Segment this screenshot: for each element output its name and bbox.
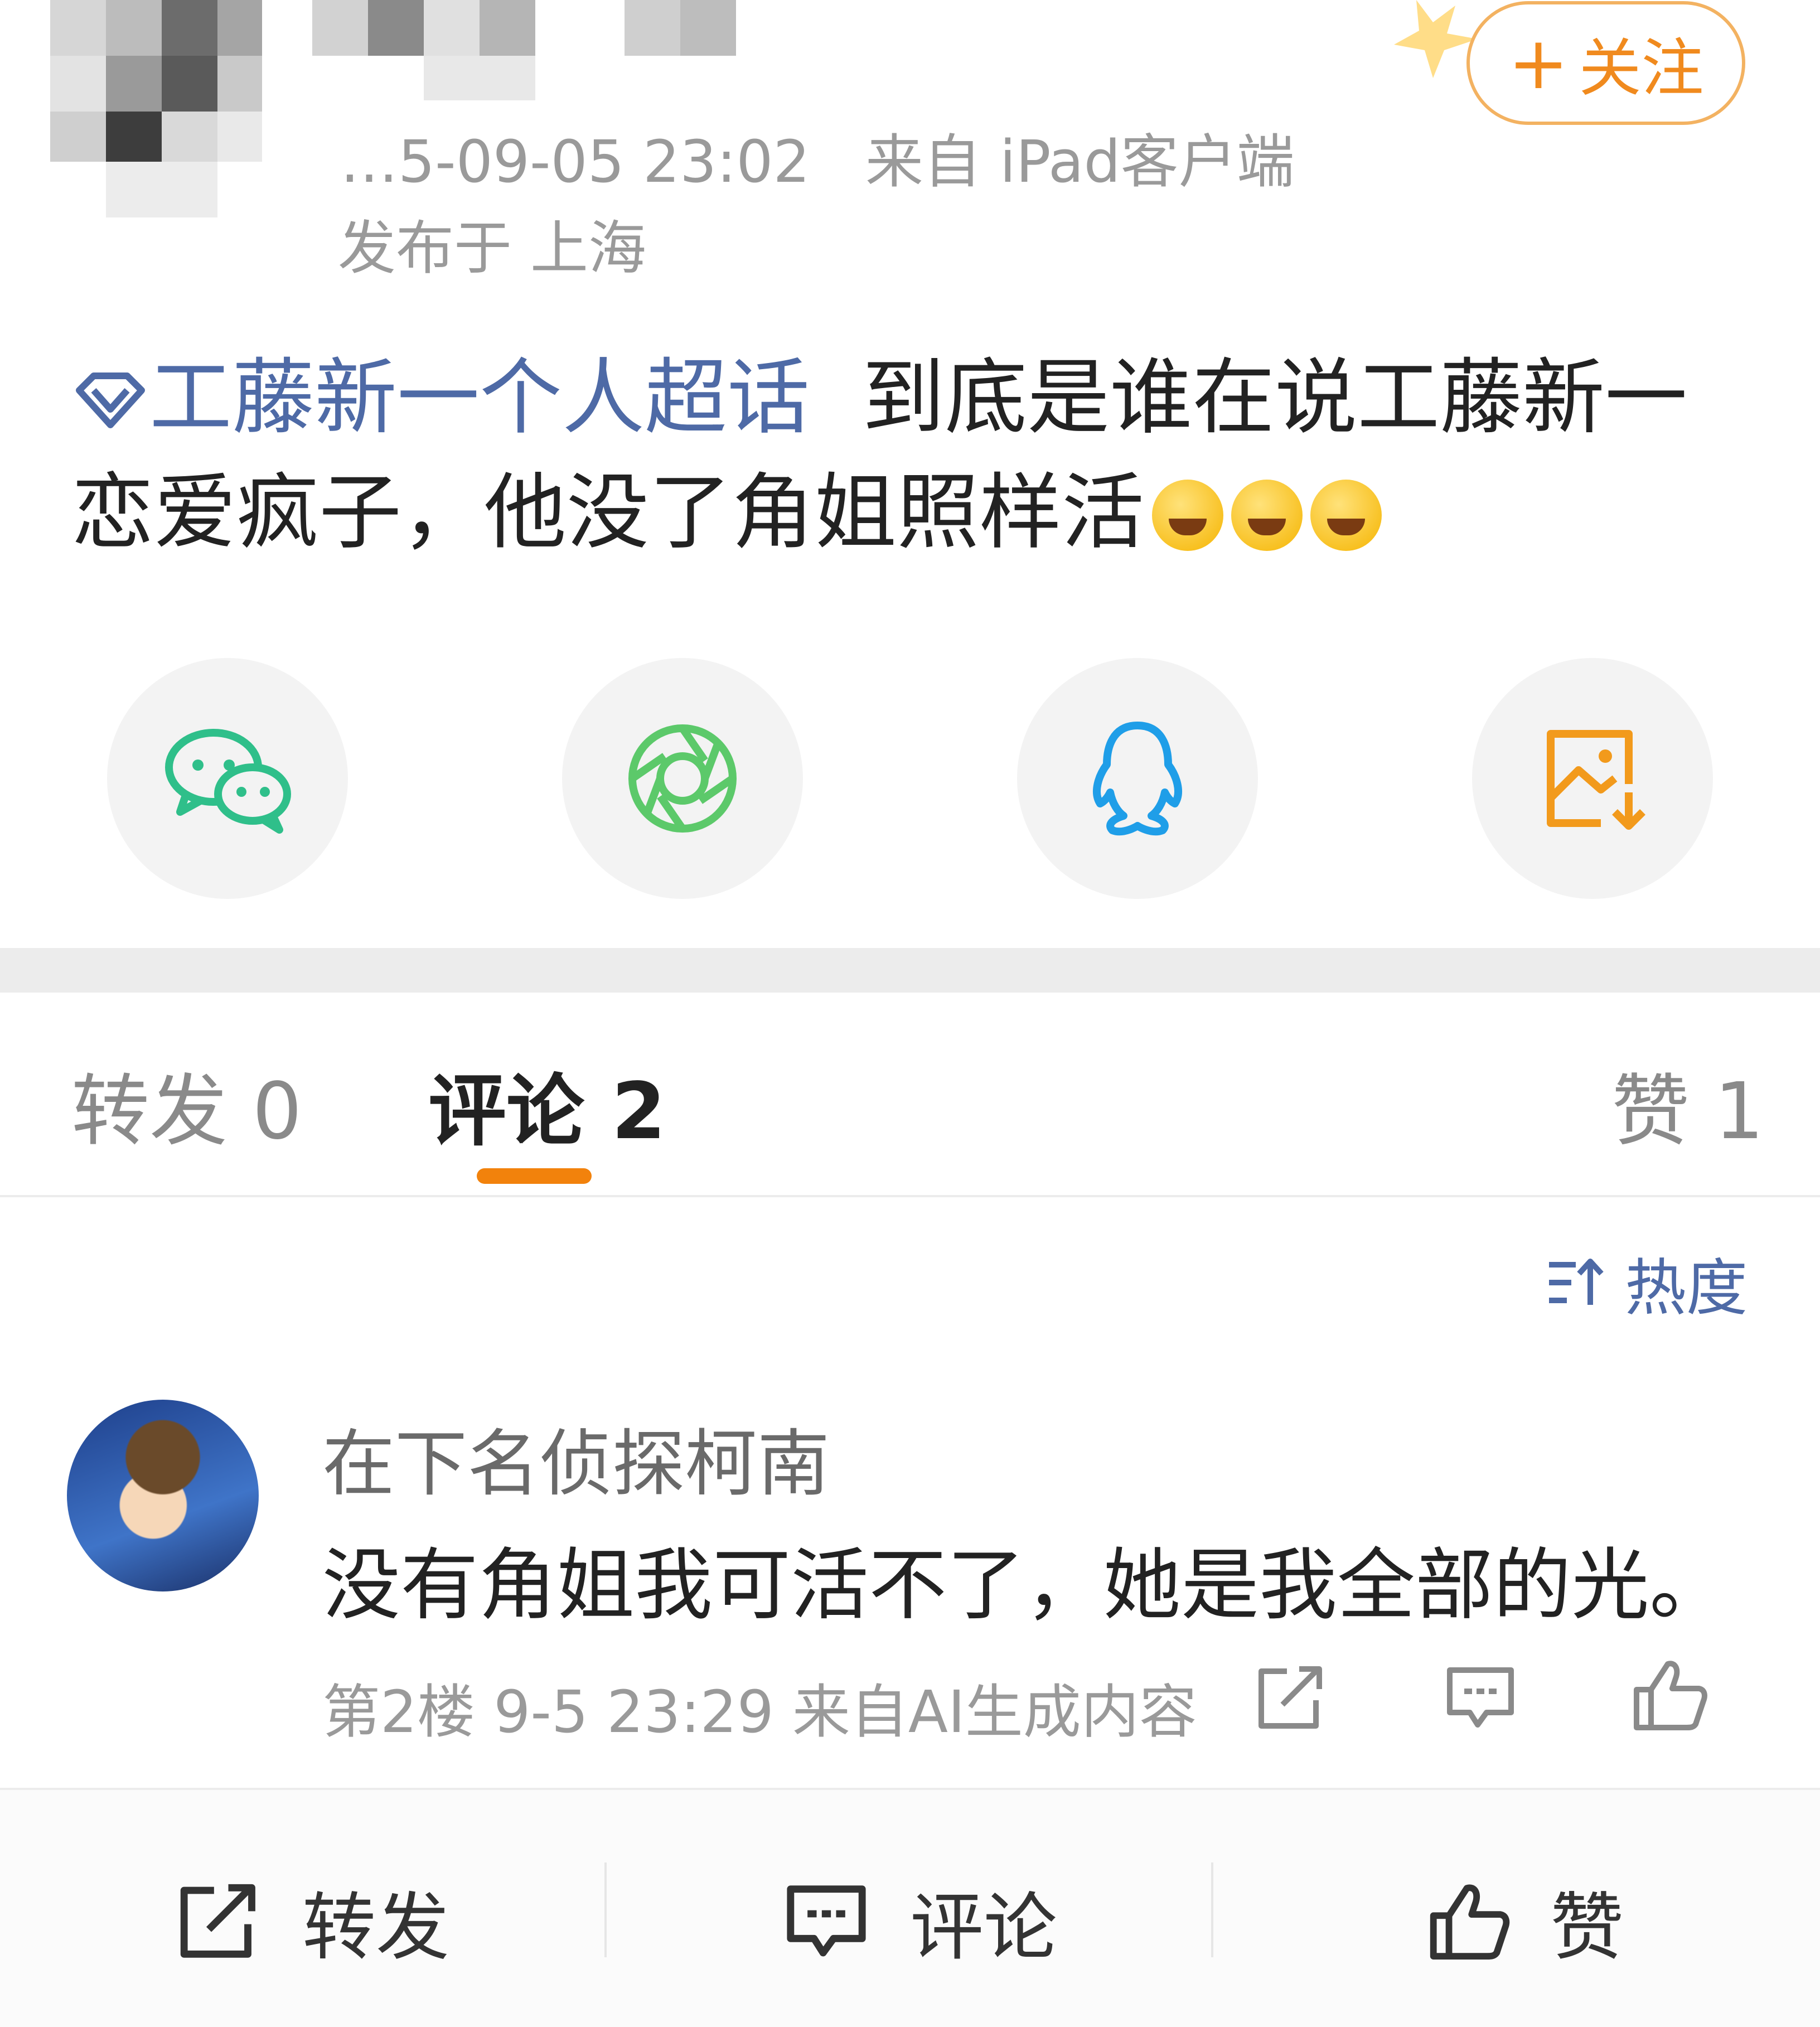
commenter-avatar[interactable]: [67, 1400, 259, 1591]
bottom-comment-label: 评论: [910, 1885, 1057, 1971]
share-wechat-button[interactable]: [107, 658, 348, 899]
comment-repost-icon[interactable]: [1255, 1665, 1327, 1731]
sort-icon: [1549, 1259, 1604, 1305]
source-text: 来自 iPad客户端: [865, 128, 1295, 196]
sort-label: 热度: [1625, 1252, 1748, 1324]
follow-button[interactable]: + 关注: [1466, 1, 1745, 125]
bottom-separator: [1211, 1862, 1213, 1957]
diamond-icon: [76, 372, 145, 428]
share-moments-button[interactable]: [562, 658, 803, 899]
timestamp-text: …5-09-05 23:02: [340, 128, 810, 196]
post-location: 发布于 上海: [338, 214, 647, 282]
wechat-icon: [165, 729, 291, 834]
section-divider: [0, 948, 1820, 993]
like-icon: [1430, 1884, 1510, 1960]
save-image-button[interactable]: [1472, 658, 1713, 899]
save-image-icon: [1547, 730, 1645, 830]
commenter-name[interactable]: 在下名侦探柯南: [322, 1405, 830, 1510]
blurred-avatar[interactable]: [50, 0, 262, 217]
comment-meta: 第2楼 9-5 23:29 来自AI生成内容: [322, 1678, 1197, 1746]
qq-icon: [1093, 722, 1182, 836]
comment-reply-icon[interactable]: [1444, 1665, 1517, 1731]
tab-repost[interactable]: 转发 0: [71, 1048, 302, 1161]
super-topic-link[interactable]: 工藤新一个人超话: [71, 350, 810, 446]
bottom-like-label: 赞: [1550, 1885, 1624, 1971]
repost-icon: [180, 1884, 255, 1958]
share-qq-button[interactable]: [1017, 658, 1258, 899]
active-tab-indicator: [477, 1168, 592, 1184]
laughing-crying-emoji: [1152, 480, 1223, 551]
blurred-username[interactable]: [312, 0, 736, 100]
follow-label: 关注: [1579, 32, 1704, 105]
comment-text: 没有角姐我可活不了，她是我全部的光。: [322, 1540, 1728, 1631]
topic-label: 工藤新一个人超话: [149, 350, 810, 446]
laughing-crying-emoji: [1231, 480, 1303, 551]
post-timestamp: …5-09-05 23:02 来自 iPad客户端: [340, 114, 1295, 199]
tab-comments[interactable]: 评论 2: [428, 1048, 666, 1161]
tabs-divider: [0, 1195, 1820, 1197]
laughing-crying-emoji: [1310, 480, 1382, 551]
bottom-comment-button[interactable]: 评论: [782, 1868, 1057, 1975]
sort-button[interactable]: 热度: [1545, 1238, 1748, 1327]
post-body: 工藤新一个人超话 到底是谁在说工藤新一恋爱疯子，他没了角姐照样活: [71, 340, 1766, 570]
bottom-separator: [604, 1862, 607, 1957]
plus-icon: +: [1508, 21, 1569, 105]
bottom-repost-button[interactable]: 转发: [174, 1868, 449, 1975]
moments-icon: [628, 724, 737, 833]
comment-icon: [787, 1885, 866, 1956]
bottom-repost-label: 转发: [302, 1885, 449, 1971]
bottom-like-button[interactable]: 赞: [1427, 1868, 1624, 1975]
comment-like-icon[interactable]: [1631, 1656, 1709, 1734]
tab-likes[interactable]: 赞 1: [1611, 1048, 1764, 1161]
